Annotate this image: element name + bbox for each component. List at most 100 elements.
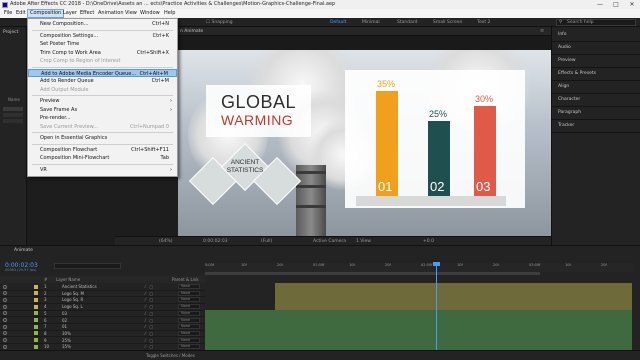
parent-dropdown[interactable]: None [178, 290, 200, 296]
parent-dropdown[interactable]: None [178, 337, 200, 343]
panel-info[interactable]: Info [552, 29, 640, 42]
visibility-eye-icon[interactable] [3, 291, 7, 296]
parent-dropdown[interactable]: None [178, 324, 200, 330]
label-color-swatch[interactable] [34, 338, 38, 343]
label-color-swatch[interactable] [34, 331, 38, 336]
menu-layer[interactable]: Layer [61, 9, 79, 18]
menu-animation[interactable]: Animation [96, 9, 126, 18]
menu-file[interactable]: File [2, 9, 14, 18]
visibility-eye-icon[interactable] [3, 331, 7, 336]
workspace-text-2[interactable]: Text 2 [477, 18, 490, 27]
workspace-default[interactable]: Default [330, 18, 346, 27]
playhead-line[interactable] [436, 262, 437, 350]
visibility-eye-icon[interactable] [3, 324, 7, 329]
menu-view[interactable]: View [123, 9, 139, 18]
parent-dropdown[interactable]: None [178, 297, 200, 303]
ruler-tick-label: 20f [277, 263, 283, 267]
parent-dropdown[interactable]: None [178, 317, 200, 323]
menu-item-preview[interactable]: Preview › [28, 97, 177, 106]
panel-paragraph[interactable]: Paragraph [552, 107, 640, 120]
panel-character[interactable]: Character [552, 94, 640, 107]
menu-item-label: Add Output Module [40, 86, 89, 93]
panel-menu-icon[interactable]: ≡ [540, 28, 544, 34]
ancient-line-2: STATISTICS [226, 167, 264, 174]
close-button[interactable]: ✕ [624, 0, 640, 9]
visibility-eye-icon[interactable] [3, 284, 7, 289]
snapping-checkbox[interactable]: ☐ Snapping [206, 18, 233, 27]
timeline-footer: Toggle Switches / Modes [0, 350, 640, 360]
label-color-swatch[interactable] [34, 297, 38, 302]
menu-item-label: Save Current Preview... [40, 123, 99, 130]
label-color-swatch[interactable] [34, 318, 38, 322]
menu-item-add-to-render-queue[interactable]: Add to Render Queue Ctrl+M [28, 77, 177, 86]
menu-item-composition-flowchart[interactable]: Composition Flowchart Ctrl+Shift+F11 [28, 146, 177, 155]
minimize-button[interactable]: — [592, 0, 608, 9]
composition-tab-animate[interactable]: n Animate [180, 29, 203, 34]
menu-edit[interactable]: Edit [14, 9, 28, 18]
label-color-swatch[interactable] [34, 311, 38, 316]
col-layer-name[interactable]: Layer Name [56, 276, 80, 283]
menu-item-vr[interactable]: VR › [28, 166, 177, 175]
timeline-search-input[interactable] [54, 263, 121, 269]
project-name-column[interactable]: Name [8, 97, 20, 102]
ruler-tick-label: 20f [385, 263, 391, 267]
maximize-button[interactable]: □ [608, 0, 624, 9]
project-item[interactable] [3, 119, 23, 123]
label-color-swatch[interactable] [34, 324, 38, 329]
ruler-tick-label: 20f [601, 263, 607, 267]
parent-dropdown[interactable]: None [178, 284, 200, 289]
project-tab[interactable]: Project [3, 30, 18, 35]
ancient-statistics-label: ANCIENT STATISTICS [220, 159, 270, 175]
parent-dropdown[interactable]: None [178, 310, 200, 316]
work-area-bar[interactable] [205, 272, 540, 275]
menu-item-open-in-essential-graphics[interactable]: Open in Essential Graphics [28, 134, 177, 143]
label-color-swatch[interactable] [34, 344, 38, 349]
panel-tracker[interactable]: Tracker [552, 120, 640, 133]
toggle-switches-modes[interactable]: Toggle Switches / Modes [146, 351, 195, 360]
menu-item-new-composition[interactable]: New Composition... Ctrl+N [28, 20, 177, 29]
project-item[interactable] [3, 107, 23, 111]
chart-bar-number: 01 [378, 179, 393, 194]
project-item[interactable] [3, 113, 23, 117]
menu-item-add-to-adobe-media-encoder-queue[interactable]: Add to Adobe Media Encoder Queue... Ctrl+… [28, 68, 177, 77]
search-help-input[interactable]: ⚲ Search help [556, 19, 636, 26]
parent-dropdown[interactable]: None [178, 344, 200, 350]
composition-frame[interactable]: GLOBAL WARMING ANCIENT STATISTICS 01 35% 0… [178, 50, 551, 236]
menu-effect[interactable]: Effect [78, 9, 96, 18]
col-parent[interactable]: Parent & Link [172, 276, 199, 283]
menu-item-save-frame-as[interactable]: Save Frame As › [28, 106, 177, 115]
visibility-eye-icon[interactable] [3, 318, 7, 322]
menu-composition[interactable]: Composition [27, 9, 65, 18]
menu-item-composition-settings[interactable]: Composition Settings... Ctrl+K [28, 32, 177, 41]
parent-dropdown[interactable]: None [178, 330, 200, 336]
menu-item-label: Add to Adobe Media Encoder Queue... [41, 70, 137, 77]
panel-align[interactable]: Align [552, 81, 640, 94]
menu-separator [32, 143, 173, 145]
menu-window[interactable]: Window [138, 9, 162, 18]
label-color-swatch[interactable] [34, 291, 38, 296]
panel-preview[interactable]: Preview [552, 55, 640, 68]
panel-effects-presets[interactable]: Effects & Presets [552, 68, 640, 81]
visibility-eye-icon[interactable] [3, 304, 7, 309]
menu-item-label: Set Poster Time [40, 41, 80, 47]
parent-dropdown[interactable]: None [178, 304, 200, 310]
visibility-eye-icon[interactable] [3, 297, 7, 302]
menu-item-composition-mini-flowchart[interactable]: Composition Mini-Flowchart Tab [28, 154, 177, 163]
label-color-swatch[interactable] [34, 284, 38, 289]
workspace-minimal[interactable]: Minimal [362, 18, 380, 27]
time-ruler[interactable]: 0:00f 10f 20f 01:00f 10f 20f 02:00f 10f 20f 03:00… [205, 263, 635, 272]
menu-help[interactable]: Help [162, 9, 177, 18]
workspace-standard[interactable]: Standard [397, 18, 417, 27]
visibility-eye-icon[interactable] [3, 338, 7, 343]
panel-audio[interactable]: Audio [552, 42, 640, 55]
warming-subtitle: WARMING [221, 112, 294, 128]
visibility-eye-icon[interactable] [3, 311, 7, 316]
menu-item-trim-comp-to-work-area[interactable]: Trim Comp to Work Area Ctrl+Shift+X [28, 49, 177, 58]
visibility-eye-icon[interactable] [3, 344, 7, 349]
label-color-swatch[interactable] [34, 304, 38, 309]
menu-item-pre-render[interactable]: Pre-render... [28, 114, 177, 123]
timeline-tab-animate[interactable]: Animate [0, 247, 60, 255]
menu-item-set-poster-time[interactable]: Set Poster Time [28, 40, 177, 49]
workspace-small-screen[interactable]: Small Screen [433, 18, 462, 27]
playhead-handle[interactable] [433, 262, 440, 266]
